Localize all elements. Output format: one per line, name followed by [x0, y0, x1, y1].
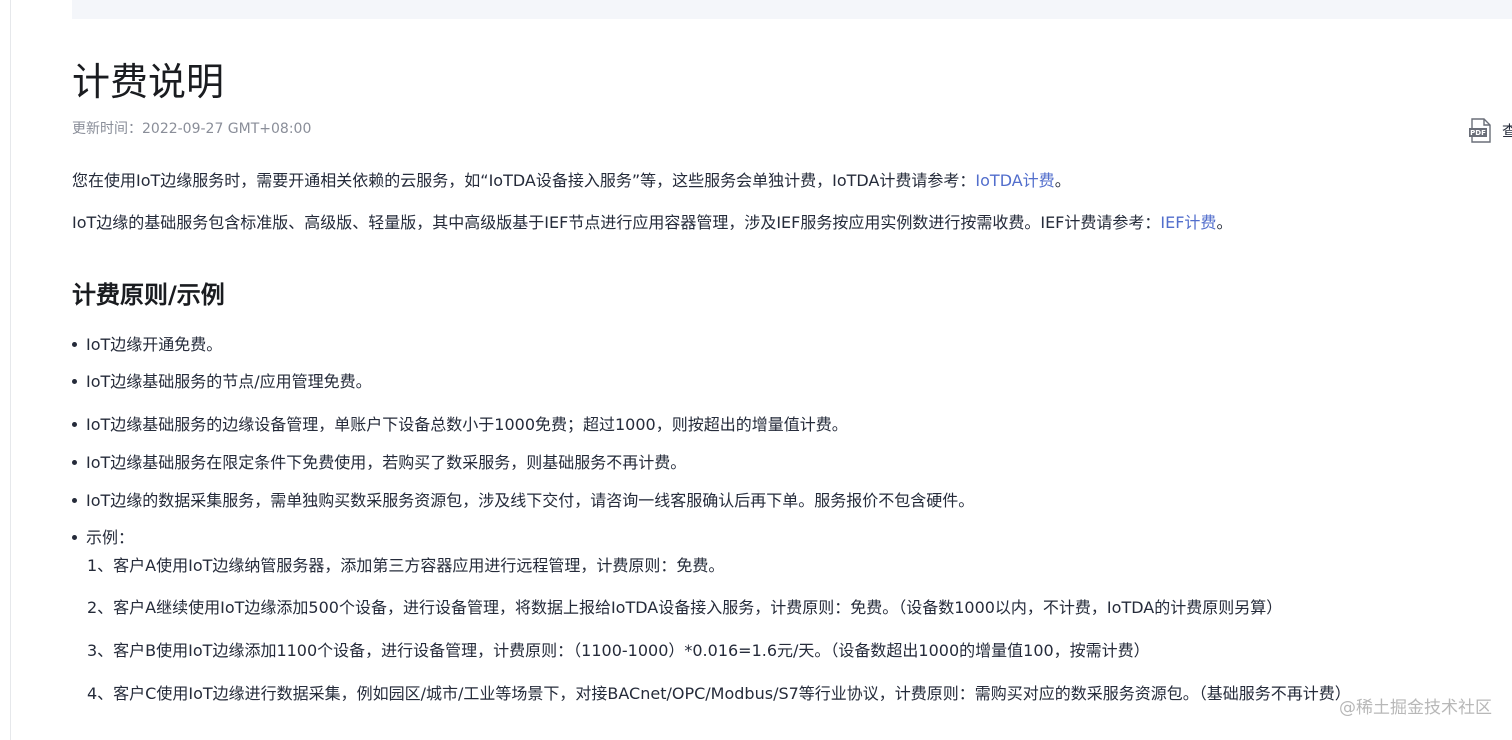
bullet-dot [72, 341, 77, 347]
intro-text-end: 。 [1216, 213, 1233, 232]
ief-billing-link[interactable]: IEF计费 [1160, 213, 1216, 232]
intro-text: IoT边缘的基础服务包含标准版、高级版、轻量版，其中高级版基于IEF节点进行应用… [72, 213, 1161, 232]
list-item-text: IoT边缘基础服务的边缘设备管理，单账户下设备总数小于1000免费；超过1000… [86, 415, 848, 434]
list-item-text: IoT边缘基础服务的节点/应用管理免费。 [86, 372, 372, 391]
list-item: IoT边缘的数据采集服务，需单独购买数采服务资源包，涉及线下交付，请咨询一线客服… [72, 489, 974, 513]
bullet-dot [72, 421, 77, 427]
list-item: IoT边缘开通免费。 [72, 333, 222, 357]
example-item: 4、客户C使用IoT边缘进行数据采集，例如园区/城市/工业等场景下，对接BACn… [87, 684, 1351, 703]
iotda-billing-link[interactable]: IoTDA计费 [975, 171, 1054, 190]
list-item: IoT边缘基础服务的边缘设备管理，单账户下设备总数小于1000免费；超过1000… [72, 413, 848, 437]
page-title: 计费说明 [72, 60, 225, 104]
pdf-icon-text: PDF [1470, 129, 1486, 137]
example-item: 2、客户A继续使用IoT边缘添加500个设备，进行设备管理，将数据上报给IoTD… [87, 598, 1283, 617]
list-item-text: IoT边缘的数据采集服务，需单独购买数采服务资源包，涉及线下交付，请咨询一线客服… [86, 491, 975, 510]
list-item-text: 示例： [86, 528, 135, 547]
left-divider [10, 0, 11, 740]
intro-text: 您在使用IoT边缘服务时，需要开通相关依赖的云服务，如“IoTDA设备接入服务”… [72, 171, 976, 190]
list-item: IoT边缘基础服务在限定条件下免费使用，若购买了数采服务，则基础服务不再计费。 [72, 451, 686, 475]
section-title: 计费原则/示例 [72, 281, 225, 309]
view-pdf-button[interactable]: PDF 查 [1467, 116, 1512, 144]
pdf-label: 查 [1502, 121, 1512, 140]
intro-paragraph-1: 您在使用IoT边缘服务时，需要开通相关依赖的云服务，如“IoTDA设备接入服务”… [72, 169, 1071, 193]
list-item-text: IoT边缘开通免费。 [86, 335, 223, 354]
list-item: 示例： [72, 526, 134, 550]
update-time: 更新时间：2022-09-27 GMT+08:00 [72, 121, 312, 137]
bullet-dot [72, 497, 77, 503]
pdf-file-icon: PDF [1469, 117, 1491, 143]
watermark: @稀土掘金技术社区 [1339, 698, 1492, 718]
bullet-dot [72, 534, 77, 540]
bullet-dot [72, 378, 77, 384]
example-item: 3、客户B使用IoT边缘添加1100个设备，进行设备管理，计费原则：（1100-… [87, 641, 1150, 660]
list-item-text: IoT边缘基础服务在限定条件下免费使用，若购买了数采服务，则基础服务不再计费。 [86, 453, 687, 472]
example-item: 1、客户A使用IoT边缘纳管服务器，添加第三方容器应用进行远程管理，计费原则：免… [87, 556, 725, 575]
list-item: IoT边缘基础服务的节点/应用管理免费。 [72, 370, 372, 394]
bullet-dot [72, 459, 77, 465]
top-banner [72, 0, 1512, 19]
intro-paragraph-2: IoT边缘的基础服务包含标准版、高级版、轻量版，其中高级版基于IEF节点进行应用… [72, 211, 1232, 235]
intro-text-end: 。 [1054, 171, 1071, 190]
